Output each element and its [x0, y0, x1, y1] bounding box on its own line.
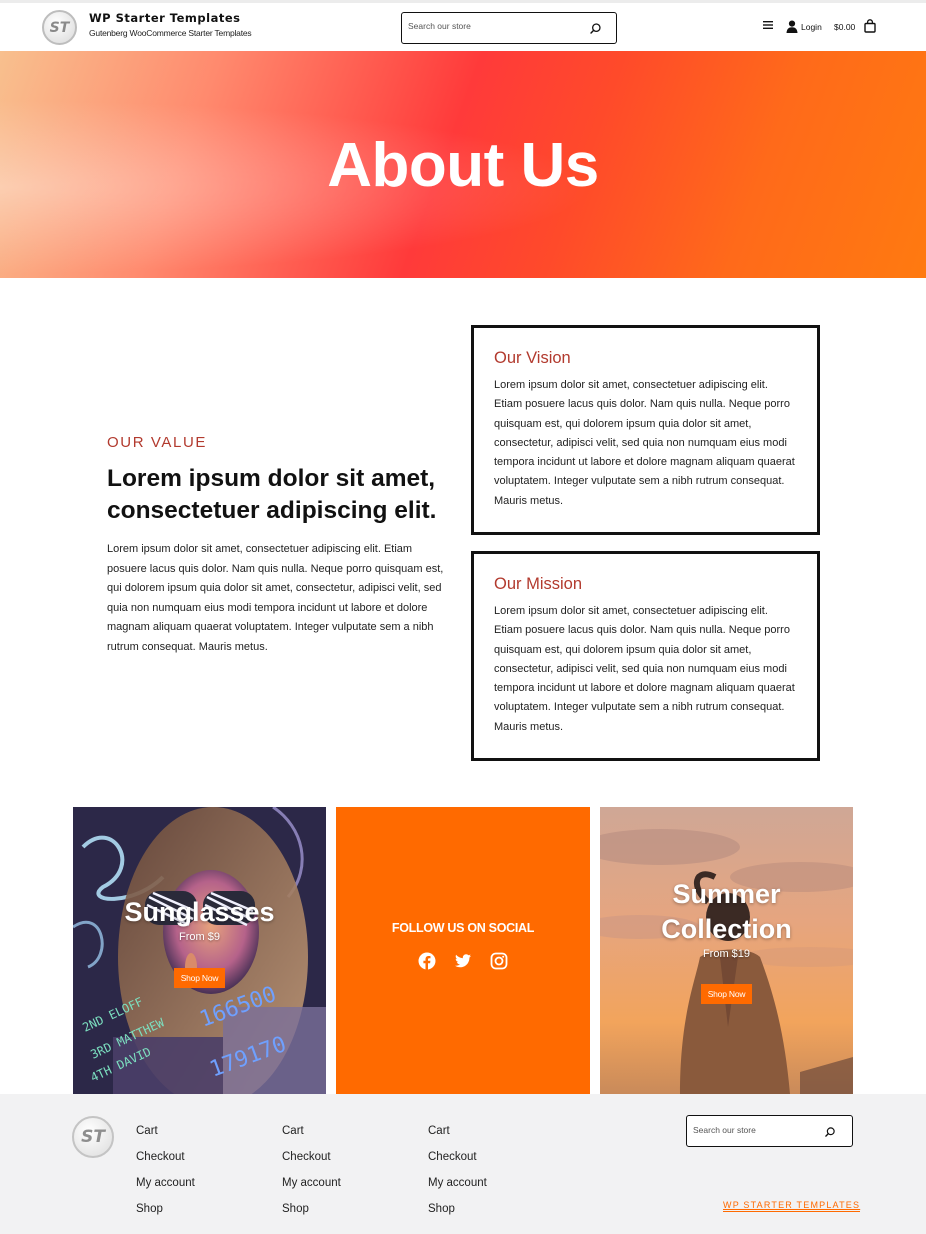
summer-price: From $19: [702, 948, 751, 960]
footer-brand-link[interactable]: WP STARTER TEMPLATES: [723, 1200, 861, 1212]
search-icon[interactable]: [824, 1126, 836, 1138]
social-icons: [336, 952, 590, 970]
footer-link-checkout[interactable]: Checkout: [428, 1144, 487, 1170]
footer-menu-2: Cart Checkout My account Shop: [282, 1118, 341, 1222]
footer-link-my-account[interactable]: My account: [282, 1170, 341, 1196]
sunglasses-price: From $9: [179, 931, 220, 943]
footer-link-my-account[interactable]: My account: [136, 1170, 195, 1196]
footer-link-my-account[interactable]: My account: [428, 1170, 487, 1196]
facebook-icon[interactable]: [418, 952, 436, 970]
footer-link-cart[interactable]: Cart: [136, 1118, 195, 1144]
footer-menu-3: Cart Checkout My account Shop: [428, 1118, 487, 1222]
site-logo[interactable]: ST: [42, 10, 77, 45]
footer-link-checkout[interactable]: Checkout: [136, 1144, 195, 1170]
social-title: FOLLOW US ON SOCIAL: [391, 921, 535, 935]
footer-logo[interactable]: ST: [72, 1116, 114, 1158]
twitter-icon[interactable]: [454, 952, 472, 970]
mission-card: Our Mission Lorem ipsum dolor sit amet, …: [471, 551, 820, 761]
site-tagline: Gutenberg WooCommerce Starter Templates: [89, 28, 252, 38]
sunglasses-photo: 2ND ELOFF 3RD MATTHEW 4TH DAVID 166500 1…: [73, 807, 326, 1094]
footer-link-shop[interactable]: Shop: [428, 1196, 487, 1222]
sunglasses-shop-now-button[interactable]: Shop Now: [174, 968, 225, 988]
social-follow-tile: FOLLOW US ON SOCIAL: [336, 807, 590, 1094]
sunglasses-title: Sunglasses: [124, 897, 275, 927]
site-footer: ST Cart Checkout My account Shop Cart Ch…: [0, 1094, 926, 1234]
mission-body-text: Lorem ipsum dolor sit amet, consectetuer…: [494, 605, 795, 733]
summer-title-line1: Summer: [672, 879, 781, 909]
cart-total[interactable]: $0.00: [834, 22, 855, 32]
user-icon: [786, 20, 798, 33]
site-header: ST WP Starter Templates Gutenberg WooCom…: [0, 0, 926, 50]
footer-link-cart[interactable]: Cart: [428, 1118, 487, 1144]
footer-search-input[interactable]: [693, 1125, 818, 1135]
instagram-icon[interactable]: [490, 952, 508, 970]
value-heading: Lorem ipsum dolor sit amet, consectetuer…: [107, 465, 437, 524]
footer-search-form: [686, 1115, 853, 1147]
value-body-text: Lorem ipsum dolor sit amet, consectetuer…: [107, 543, 444, 653]
sunglasses-promo-tile[interactable]: 2ND ELOFF 3RD MATTHEW 4TH DAVID 166500 1…: [73, 807, 326, 1094]
header-search-input[interactable]: [408, 21, 578, 31]
vision-title: Our Vision: [494, 349, 571, 367]
vision-body-text: Lorem ipsum dolor sit amet, consectetuer…: [494, 379, 795, 507]
login-label: Login: [801, 21, 822, 32]
mission-title: Our Mission: [494, 575, 583, 593]
page-title: About Us: [327, 131, 599, 200]
value-eyebrow: OUR VALUE: [107, 434, 207, 451]
shopping-bag-icon[interactable]: [864, 19, 876, 33]
vision-card: Our Vision Lorem ipsum dolor sit amet, c…: [471, 325, 820, 535]
summer-title-line2: Collection: [661, 914, 792, 944]
site-title[interactable]: WP Starter Templates: [89, 11, 240, 25]
footer-link-shop[interactable]: Shop: [282, 1196, 341, 1222]
footer-menu-1: Cart Checkout My account Shop: [136, 1118, 195, 1222]
login-link[interactable]: Login: [786, 20, 822, 33]
summer-shop-now-button[interactable]: Shop Now: [701, 984, 752, 1004]
footer-link-cart[interactable]: Cart: [282, 1118, 341, 1144]
menu-icon[interactable]: [762, 19, 774, 31]
header-search-form: [401, 12, 617, 44]
hero-banner: About Us: [0, 51, 926, 278]
search-icon[interactable]: [589, 22, 602, 35]
summer-collection-promo-tile[interactable]: Summer Collection From $19 Shop Now: [600, 807, 853, 1094]
footer-link-checkout[interactable]: Checkout: [282, 1144, 341, 1170]
footer-link-shop[interactable]: Shop: [136, 1196, 195, 1222]
